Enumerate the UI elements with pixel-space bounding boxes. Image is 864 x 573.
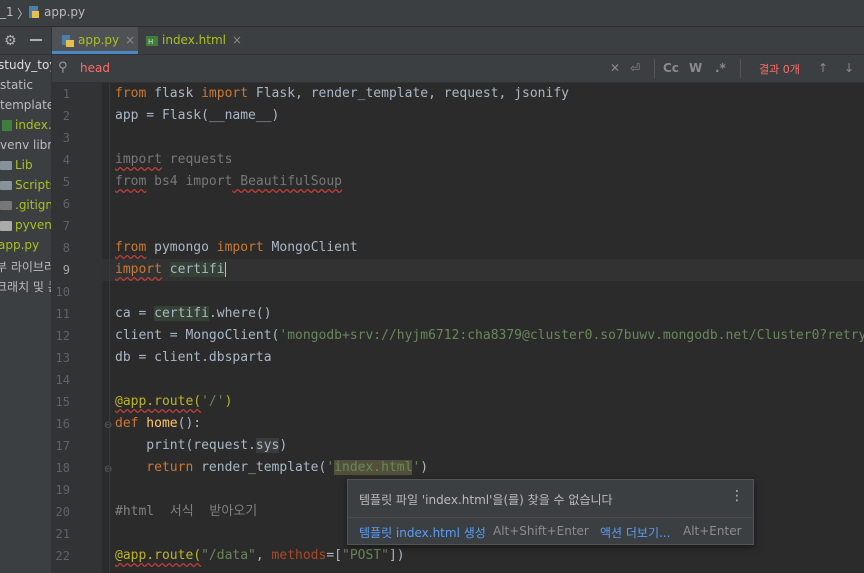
close-icon[interactable]: × <box>125 33 135 47</box>
code-line: client = MongoClient('mongodb+srv://hyjm… <box>115 328 864 343</box>
line-number: 17 <box>55 439 70 453</box>
inspection-popup: 템플릿 파일 'index.html'을(를) 찾을 수 없습니다 ⋮ 템플릿 … <box>347 479 754 545</box>
search-result-count: 결과 0개 <box>759 63 800 76</box>
code-line: @app.route('/') <box>115 394 233 409</box>
tree-item-app-py[interactable]: app.py <box>0 238 39 252</box>
code-line: ca = certifi.where() <box>115 306 272 321</box>
line-number: 13 <box>55 351 70 365</box>
regex-toggle[interactable]: .* <box>715 61 726 75</box>
python-file-icon <box>29 6 39 18</box>
line-number: 16 <box>55 417 70 431</box>
folder-icon <box>0 161 12 170</box>
collapse-icon[interactable] <box>30 39 42 41</box>
folder-icon <box>0 181 12 190</box>
code-line: def home(): <box>115 416 202 431</box>
line-number: 3 <box>62 131 70 145</box>
line-number: 18 <box>55 461 70 475</box>
tree-item-lib[interactable]: Lib <box>0 158 33 172</box>
tree-item-study-toy[interactable]: study_toy <box>0 58 51 72</box>
gitignore-file-icon <box>0 201 12 210</box>
gear-icon[interactable]: ⚙ <box>4 33 17 49</box>
navigation-bar: _1 〉 app.py <box>0 0 864 27</box>
tree-item-static[interactable]: static <box>0 78 33 92</box>
line-number: 6 <box>62 197 70 211</box>
separator <box>654 59 655 78</box>
code-line: print(request.sys) <box>115 438 288 453</box>
code-line: from pymongo import MongoClient <box>115 240 358 255</box>
svg-text:H: H <box>148 38 153 46</box>
line-number: 8 <box>62 241 70 255</box>
line-number: 15 <box>55 395 70 409</box>
more-actions-link[interactable]: 액션 더보기... <box>600 524 670 541</box>
line-number: 10 <box>55 285 70 299</box>
line-number: 4 <box>62 153 70 167</box>
line-number: 5 <box>62 175 70 189</box>
html-file-icon <box>2 120 12 131</box>
match-case-toggle[interactable]: Cc <box>663 61 679 75</box>
popup-message: 템플릿 파일 'index.html'을(를) 찾을 수 없습니다 <box>359 493 613 507</box>
code-line: db = client.dbsparta <box>115 350 272 365</box>
project-toolbar: ⚙ <box>0 27 51 55</box>
search-input[interactable]: head <box>80 61 110 75</box>
code-line: import requests <box>115 152 233 167</box>
find-bar: ⚲ head ✕ ⏎ Cc W .* 결과 0개 ↑ ↓ <box>52 55 864 83</box>
new-line-icon[interactable]: ⏎ <box>630 61 640 75</box>
line-number: 1 <box>62 87 70 101</box>
more-options-icon[interactable]: ⋮ <box>730 488 744 504</box>
text-file-icon <box>0 220 12 231</box>
line-number: 7 <box>62 219 70 233</box>
divider <box>348 517 753 518</box>
create-template-shortcut: Alt+Shift+Enter <box>493 524 589 538</box>
separator <box>740 59 741 78</box>
close-icon[interactable]: × <box>232 33 242 47</box>
line-number: 9 <box>62 263 70 277</box>
arrow-down-icon[interactable]: ↓ <box>844 61 854 75</box>
line-number: 22 <box>55 549 70 563</box>
code-line: from flask import Flask, render_template… <box>115 86 569 101</box>
editor-tab-bar: app.py × Hindex.html × <box>52 27 864 55</box>
code-line: return render_template('index.html') <box>115 460 429 475</box>
line-number: 11 <box>55 307 70 321</box>
tab-index-html[interactable]: Hindex.html × <box>146 27 242 54</box>
whole-words-toggle[interactable]: W <box>689 61 702 75</box>
search-icon[interactable]: ⚲ <box>58 60 68 75</box>
breadcrumb-project[interactable]: _1 <box>0 5 14 19</box>
text-cursor <box>224 262 226 277</box>
code-line: #html 서식 받아오기 <box>115 504 258 519</box>
line-number: 2 <box>62 109 70 123</box>
clear-search-icon[interactable]: ✕ <box>610 61 620 75</box>
line-number: 19 <box>55 483 70 497</box>
code-line: import certifi <box>115 262 226 277</box>
code-line: @app.route("/data", methods=["POST"]) <box>115 548 405 563</box>
line-number: 14 <box>55 373 70 387</box>
line-number-gutter: 1 2 3 4 5 6 7 8 9 10 11 12 13 14 15 16 1… <box>52 83 112 573</box>
more-actions-shortcut: Alt+Enter <box>683 524 742 538</box>
code-line: from bs4 import BeautifulSoup <box>115 174 342 189</box>
gutter-divider <box>109 83 110 573</box>
code-line: app = Flask(__name__) <box>115 108 280 123</box>
html-file-icon: H <box>146 35 158 46</box>
arrow-up-icon[interactable]: ↑ <box>818 61 828 75</box>
python-file-icon <box>62 34 74 47</box>
tab-app-py[interactable]: app.py × <box>52 27 138 54</box>
line-number: 20 <box>55 505 70 519</box>
breadcrumb-file[interactable]: app.py <box>44 5 85 19</box>
create-template-action[interactable]: 템플릿 index.html 생성 <box>359 524 486 541</box>
line-number: 12 <box>55 329 70 343</box>
line-number: 21 <box>55 527 70 541</box>
